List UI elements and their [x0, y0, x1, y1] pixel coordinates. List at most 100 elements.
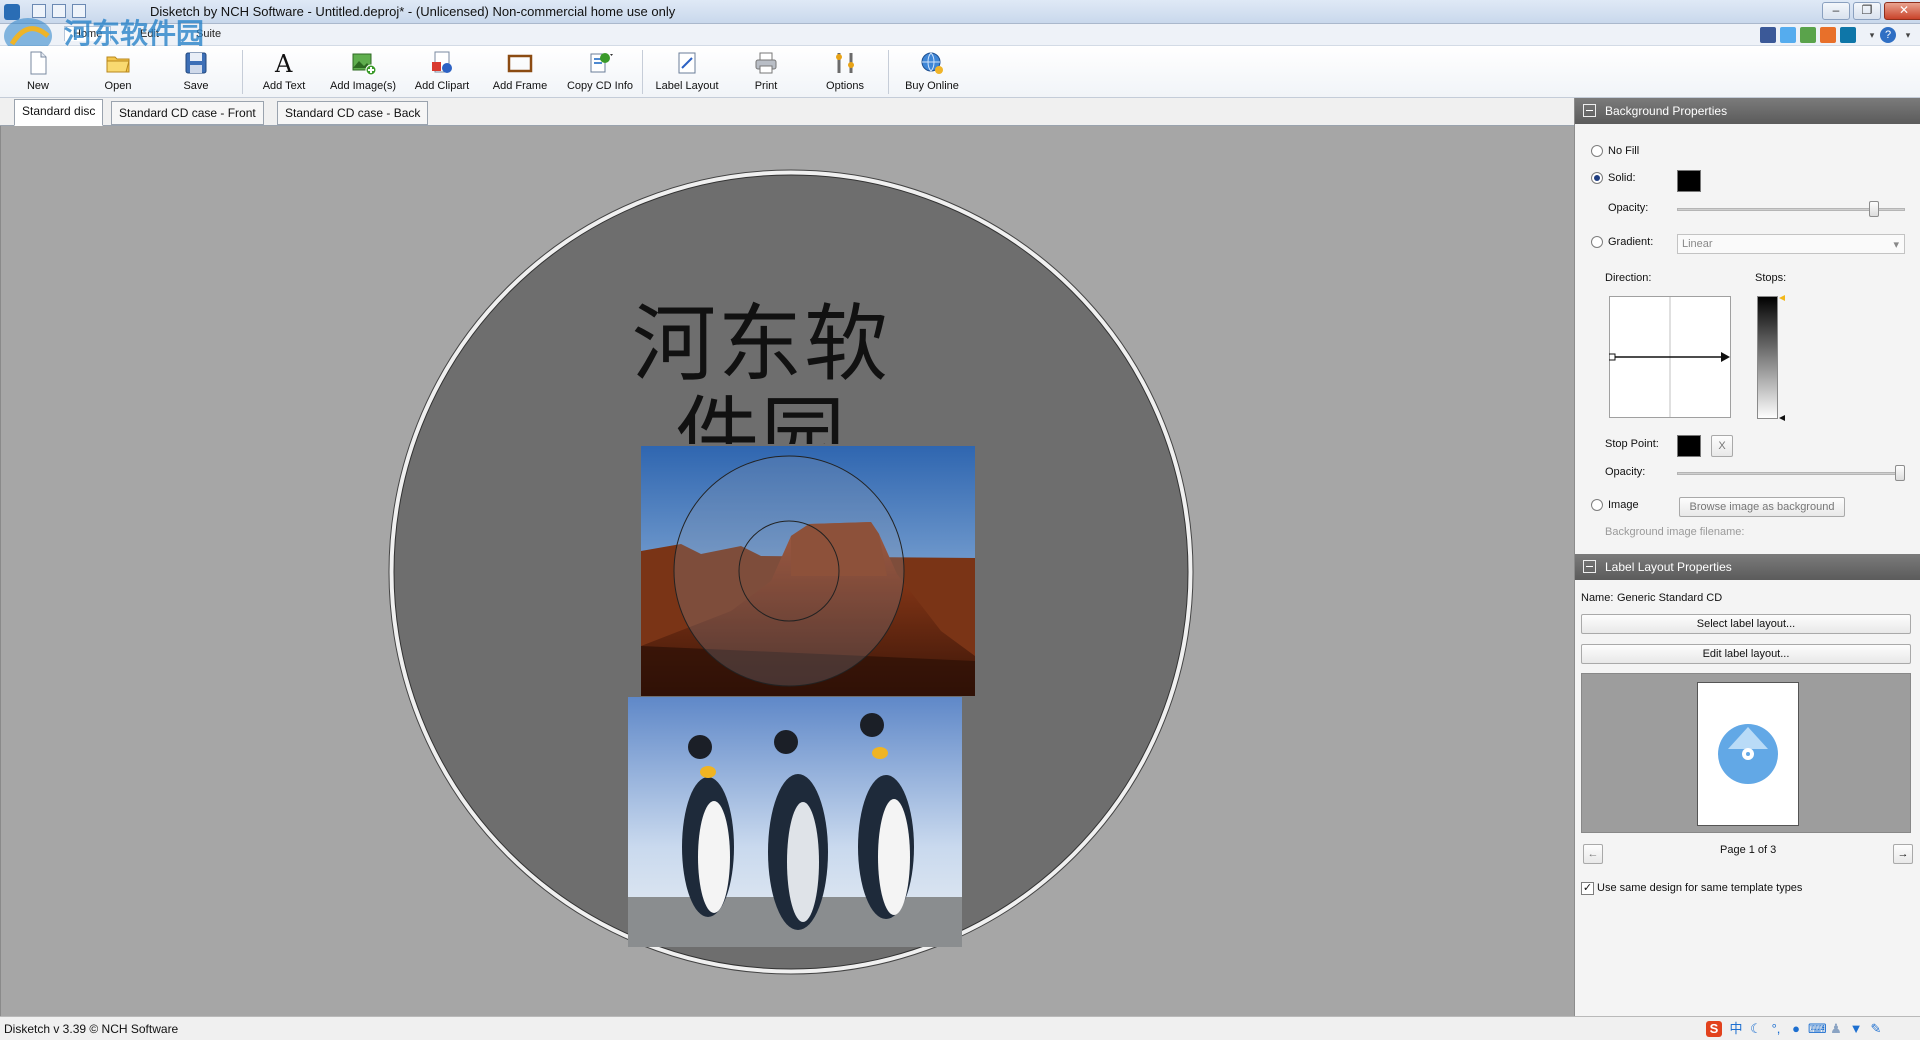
buy-online-button[interactable]: Buy Online	[902, 48, 962, 96]
new-button[interactable]: New	[18, 48, 58, 96]
label-layout-button[interactable]: Label Layout	[654, 48, 720, 96]
stop-point-color-swatch[interactable]	[1677, 435, 1701, 457]
add-images-label: Add Image(s)	[329, 80, 397, 92]
page-indicator: Page 1 of 3	[1720, 844, 1777, 856]
skin-shirt-icon[interactable]: ▼	[1848, 1021, 1864, 1037]
help-icon[interactable]: ?	[1880, 27, 1896, 43]
add-clipart-button[interactable]: Add Clipart	[412, 48, 472, 96]
print-button[interactable]: Print	[744, 48, 788, 96]
tab-standard-disc[interactable]: Standard disc	[14, 99, 104, 126]
print-label: Print	[754, 80, 778, 92]
twitter-icon[interactable]	[1780, 27, 1796, 43]
gradient-stops-bar[interactable]	[1757, 294, 1787, 422]
layout-preview-page[interactable]	[1697, 682, 1799, 826]
tab-cd-case-back[interactable]: Standard CD case - Back	[277, 101, 429, 125]
previous-page-button[interactable]: ←	[1583, 844, 1603, 864]
background-properties-header[interactable]: Background Properties	[1575, 98, 1920, 124]
edit-label-layout-button[interactable]: Edit label layout...	[1581, 644, 1911, 664]
no-fill-radio[interactable]	[1591, 145, 1603, 157]
opacity-label: Opacity:	[1608, 202, 1649, 214]
solid-color-swatch[interactable]	[1677, 170, 1701, 192]
gradient-type-select[interactable]: Linear ▾	[1677, 234, 1905, 254]
properties-panel: Background Properties No Fill Solid: Opa…	[1574, 98, 1920, 1016]
toolbar: New Open Save A Add Text Add Image(s) Ad…	[0, 46, 1920, 98]
menu-home[interactable]: Home	[64, 26, 112, 41]
remove-stop-button[interactable]: X	[1711, 435, 1733, 457]
add-text-button[interactable]: A Add Text	[256, 48, 312, 96]
open-label: Open	[104, 80, 132, 92]
chevron-down-icon[interactable]: ▾	[1864, 27, 1880, 43]
app-icon[interactable]	[4, 4, 20, 20]
linkedin-icon[interactable]	[1840, 27, 1856, 43]
options-button[interactable]: Options	[822, 48, 868, 96]
maximize-button[interactable]: ❐	[1853, 2, 1881, 20]
close-button[interactable]: ✕	[1884, 2, 1920, 20]
rss-icon[interactable]	[1820, 27, 1836, 43]
label-layout-properties-title: Label Layout Properties	[1605, 560, 1732, 574]
disc-text-object[interactable]: 河东软件园	[621, 298, 901, 444]
image-radio[interactable]	[1591, 499, 1603, 511]
design-canvas[interactable]: 河东软件园	[0, 126, 1574, 1016]
chevron-down-icon: ▾	[1893, 239, 1899, 251]
background-filename-label: Background image filename:	[1605, 526, 1745, 538]
new-label: New	[26, 80, 49, 92]
menu-suite[interactable]: Suite	[196, 28, 221, 40]
select-label-layout-button[interactable]: Select label layout...	[1581, 614, 1911, 634]
collapse-icon[interactable]	[1583, 560, 1596, 573]
help-dropdown-icon[interactable]: ▾	[1900, 27, 1916, 43]
add-frame-button[interactable]: Add Frame	[490, 48, 550, 96]
gradient-direction-editor[interactable]	[1609, 296, 1733, 418]
direction-label: Direction:	[1605, 272, 1652, 284]
stop-opacity-label: Opacity:	[1605, 466, 1646, 478]
opacity-slider-thumb[interactable]	[1868, 201, 1879, 217]
tools-wrench-icon[interactable]: ✎	[1868, 1021, 1884, 1037]
tab-cd-case-front[interactable]: Standard CD case - Front	[111, 101, 264, 125]
microphone-icon[interactable]: ●	[1788, 1021, 1804, 1037]
sogou-ime-icon[interactable]: S	[1706, 1021, 1722, 1037]
stop-opacity-slider-track[interactable]	[1677, 472, 1905, 475]
menu-edit[interactable]: Edit	[140, 28, 159, 40]
add-images-button[interactable]: Add Image(s)	[326, 48, 400, 96]
solid-radio[interactable]	[1591, 172, 1603, 184]
frame-icon	[507, 54, 533, 73]
open-folder-icon	[106, 56, 130, 73]
layout-name-value: Generic Standard CD	[1617, 592, 1723, 604]
toolbar-separator	[642, 50, 643, 94]
share-icon[interactable]	[1800, 27, 1816, 43]
image-label: Image	[1608, 499, 1639, 511]
layout-preview-area	[1581, 673, 1911, 833]
add-image-icon	[352, 53, 376, 76]
new-document-icon	[30, 51, 47, 75]
penguins-image[interactable]	[628, 697, 962, 947]
stop-opacity-slider-thumb[interactable]	[1895, 465, 1905, 481]
desert-photo	[641, 446, 975, 696]
quick-save-icon[interactable]	[72, 4, 86, 18]
save-button[interactable]: Save	[176, 48, 216, 96]
background-properties-title: Background Properties	[1605, 104, 1728, 118]
stop-point-label: Stop Point:	[1605, 438, 1659, 450]
same-design-checkbox[interactable]: ✓	[1581, 882, 1594, 895]
svg-text:A: A	[274, 50, 293, 76]
layout-name-label: Name:	[1581, 592, 1614, 604]
punctuation-icon[interactable]: °,	[1768, 1021, 1784, 1037]
browse-background-image-button[interactable]: Browse image as background	[1679, 497, 1845, 517]
moon-icon[interactable]: ☾	[1748, 1021, 1764, 1037]
label-layout-properties-header[interactable]: Label Layout Properties	[1575, 554, 1920, 580]
gradient-radio[interactable]	[1591, 236, 1603, 248]
collapse-icon[interactable]	[1583, 104, 1596, 117]
text-a-icon: A	[274, 50, 293, 76]
add-clipart-label: Add Clipart	[414, 80, 470, 92]
keyboard-icon[interactable]: ⌨	[1808, 1021, 1827, 1037]
copy-cd-info-button[interactable]: Copy CD Info	[564, 48, 636, 96]
minimize-button[interactable]: –	[1822, 2, 1850, 20]
quick-open-icon[interactable]	[52, 4, 66, 18]
open-button[interactable]: Open	[96, 48, 140, 96]
facebook-icon[interactable]	[1760, 27, 1776, 43]
desert-image[interactable]	[641, 446, 975, 696]
quick-new-icon[interactable]	[32, 4, 46, 18]
window-title: Disketch by NCH Software - Untitled.depr…	[150, 4, 676, 19]
next-page-button[interactable]: →	[1893, 844, 1913, 864]
user-icon[interactable]: ♟	[1828, 1021, 1844, 1037]
copy-cd-info-label: Copy CD Info	[566, 80, 634, 92]
ime-chinese-icon[interactable]: 中	[1728, 1021, 1744, 1037]
